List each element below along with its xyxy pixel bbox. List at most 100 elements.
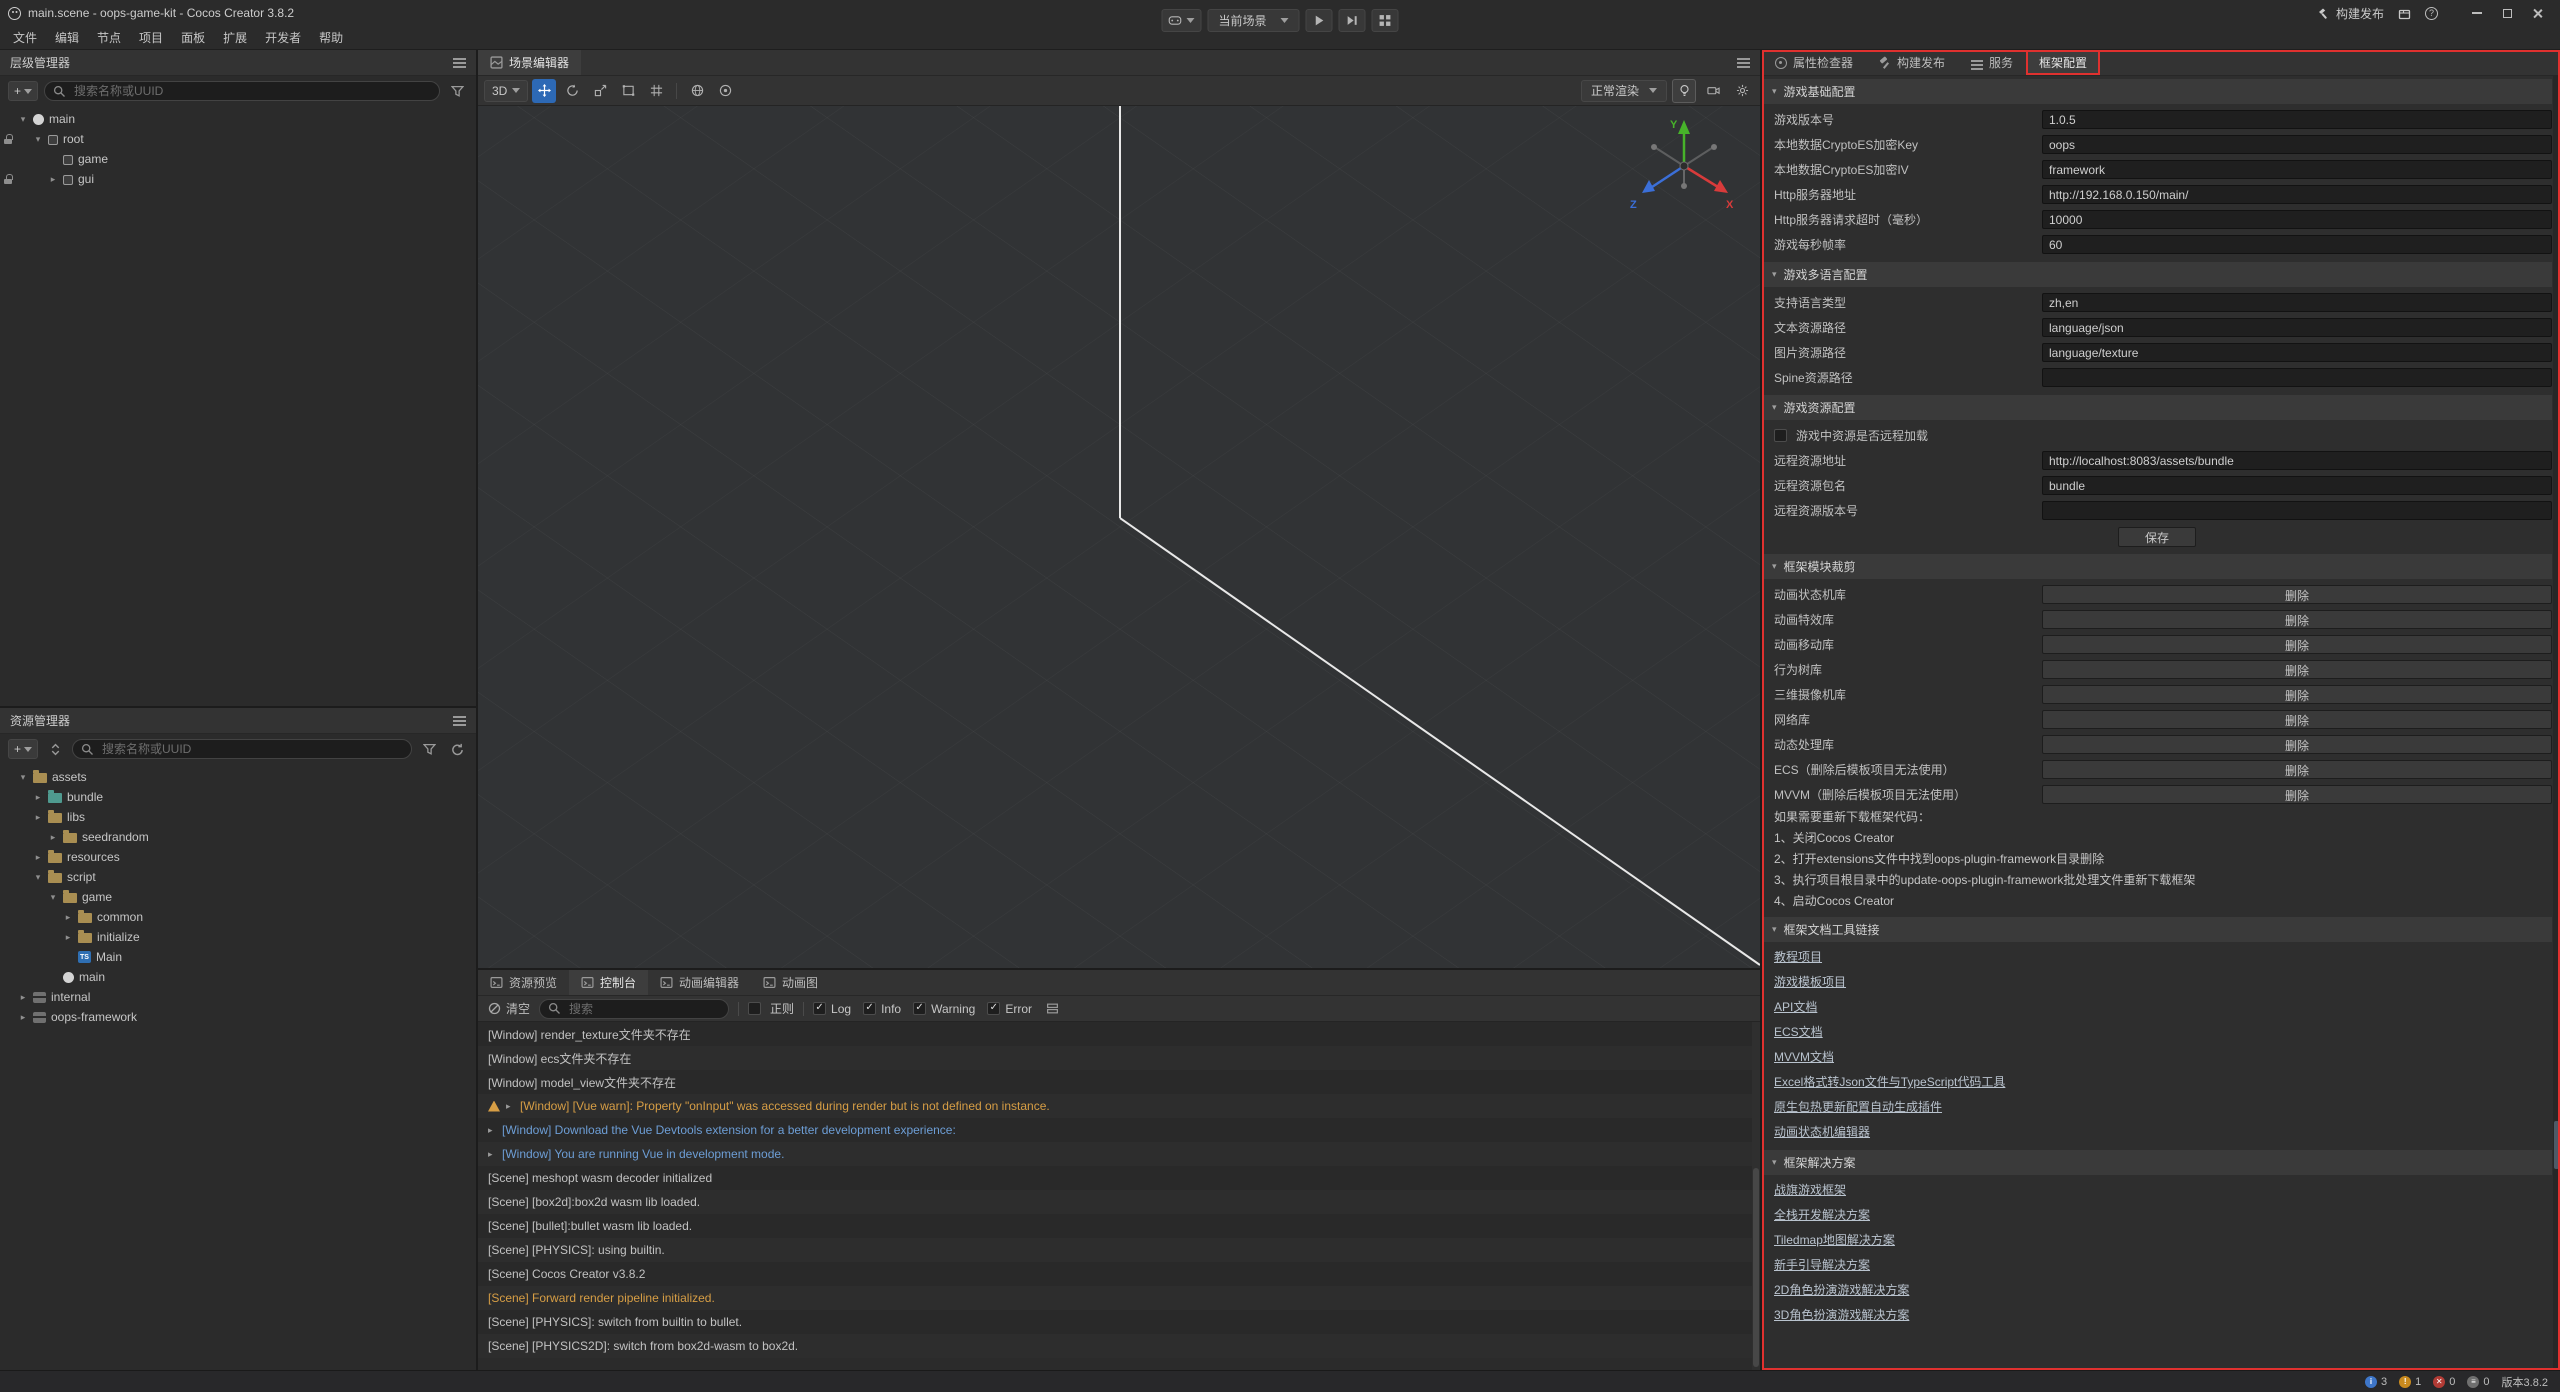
menu-item[interactable]: 面板 xyxy=(172,26,214,50)
delete-module-button[interactable]: 删除 xyxy=(2042,760,2552,779)
menu-item[interactable]: 节点 xyxy=(88,26,130,50)
expand-arrow-icon[interactable] xyxy=(33,872,43,883)
menu-item[interactable]: 文件 xyxy=(4,26,46,50)
section-header[interactable]: 框架文档工具链接 xyxy=(1762,917,2552,942)
section-header[interactable]: 游戏资源配置 xyxy=(1762,395,2552,420)
solution-link[interactable]: 全栈开发解决方案 xyxy=(1762,1203,2552,1228)
asset-row[interactable]: internal xyxy=(0,987,476,1007)
error-count-badge[interactable]: 0 xyxy=(2433,1376,2455,1388)
clear-console-button[interactable]: 清空 xyxy=(488,1000,530,1017)
hierarchy-node-row[interactable]: root xyxy=(0,129,476,149)
expand-arrow-icon[interactable] xyxy=(488,1149,496,1160)
doc-link[interactable]: Excel格式转Json文件与TypeScript代码工具 xyxy=(1762,1070,2552,1095)
task-count-badge[interactable]: 0 xyxy=(2467,1376,2489,1388)
scene-settings-button[interactable] xyxy=(1730,79,1754,103)
inspector-tab[interactable]: 属性检查器 xyxy=(1762,50,1866,75)
hierarchy-filter-button[interactable] xyxy=(446,81,468,101)
console-log-row[interactable]: [Scene] [box2d]:box2d wasm lib loaded. xyxy=(478,1190,1760,1214)
regex-checkbox[interactable] xyxy=(748,1002,761,1015)
hierarchy-node-row[interactable]: main xyxy=(0,109,476,129)
hierarchy-node-row[interactable]: game xyxy=(0,149,476,169)
console-scrollbar[interactable] xyxy=(1752,1022,1760,1370)
help-button[interactable]: ? xyxy=(2425,7,2438,20)
menu-item[interactable]: 帮助 xyxy=(310,26,352,50)
doc-link[interactable]: MVVM文档 xyxy=(1762,1045,2552,1070)
preview-grid-button[interactable] xyxy=(1372,9,1399,32)
field-input[interactable] xyxy=(2042,293,2552,312)
console-log-row[interactable]: [Scene] Cocos Creator v3.8.2 xyxy=(478,1262,1760,1286)
log-filter[interactable]: Warning xyxy=(913,1002,975,1016)
field-input[interactable] xyxy=(2042,368,2552,387)
snap-tool-button[interactable] xyxy=(644,79,668,103)
expand-arrow-icon[interactable] xyxy=(488,1125,496,1136)
field-input[interactable] xyxy=(2042,110,2552,129)
console-log-row[interactable]: [Window] ecs文件夹不存在 xyxy=(478,1046,1760,1070)
scale-tool-button[interactable] xyxy=(588,79,612,103)
section-header[interactable]: 框架模块裁剪 xyxy=(1762,554,2552,579)
delete-module-button[interactable]: 删除 xyxy=(2042,635,2552,654)
assets-search-input[interactable] xyxy=(100,741,403,757)
build-publish-button[interactable]: 构建发布 xyxy=(2317,5,2384,22)
log-filter[interactable]: Error xyxy=(987,1002,1032,1016)
inspector-scrollbar[interactable] xyxy=(2553,76,2560,1370)
info-count-badge[interactable]: 3 xyxy=(2365,1376,2387,1388)
filter-checkbox[interactable] xyxy=(913,1002,926,1015)
section-header[interactable]: 游戏多语言配置 xyxy=(1762,262,2552,287)
field-input[interactable] xyxy=(2042,210,2552,229)
assets-refresh-button[interactable] xyxy=(446,739,468,759)
remote-load-checkbox[interactable] xyxy=(1774,429,1787,442)
expand-arrow-icon[interactable] xyxy=(63,932,73,943)
expand-arrow-icon[interactable] xyxy=(48,892,58,903)
bottom-tab[interactable]: 动画编辑器 xyxy=(648,970,751,995)
collapse-all-button[interactable] xyxy=(44,739,66,759)
inspector-scrollbar-thumb[interactable] xyxy=(2554,1121,2559,1169)
asset-row[interactable]: assets xyxy=(0,767,476,787)
section-header[interactable]: 框架解决方案 xyxy=(1762,1150,2552,1175)
play-button[interactable] xyxy=(1306,9,1333,32)
scene-camera-button[interactable] xyxy=(1701,79,1725,103)
preview-target-button[interactable] xyxy=(1161,9,1201,32)
field-input[interactable] xyxy=(2042,343,2552,362)
console-log-row[interactable]: [Window] [Vue warn]: Property "onInput" … xyxy=(478,1094,1760,1118)
asset-row[interactable]: initialize xyxy=(0,927,476,947)
tab-scene-editor[interactable]: 场景编辑器 xyxy=(478,50,581,75)
expand-arrow-icon[interactable] xyxy=(18,1012,28,1023)
console-log-row[interactable]: [Scene] [PHYSICS]: using builtin. xyxy=(478,1238,1760,1262)
inspector-tab[interactable]: 构建发布 xyxy=(1866,50,1958,75)
field-input[interactable] xyxy=(2042,160,2552,179)
axis-gizmo[interactable]: Y X Z xyxy=(1622,114,1742,218)
delete-module-button[interactable]: 删除 xyxy=(2042,685,2552,704)
doc-link[interactable]: ECS文档 xyxy=(1762,1020,2552,1045)
solution-link[interactable]: 战旗游戏框架 xyxy=(1762,1178,2552,1203)
asset-row[interactable]: main xyxy=(0,967,476,987)
doc-link[interactable]: API文档 xyxy=(1762,995,2552,1020)
solution-link[interactable]: 新手引导解决方案 xyxy=(1762,1253,2552,1278)
asset-row[interactable]: script xyxy=(0,867,476,887)
field-input[interactable] xyxy=(2042,476,2552,495)
minimize-button[interactable] xyxy=(2462,1,2492,25)
field-input[interactable] xyxy=(2042,185,2552,204)
bottom-tab[interactable]: 动画图 xyxy=(751,970,830,995)
collapse-logs-button[interactable] xyxy=(1041,999,1063,1019)
console-log-row[interactable]: [Window] render_texture文件夹不存在 xyxy=(478,1022,1760,1046)
delete-module-button[interactable]: 删除 xyxy=(2042,610,2552,629)
console-log-row[interactable]: [Window] You are running Vue in developm… xyxy=(478,1142,1760,1166)
warning-count-badge[interactable]: 1 xyxy=(2399,1376,2421,1388)
log-filter[interactable]: Info xyxy=(863,1002,901,1016)
lighting-toggle-button[interactable] xyxy=(1672,79,1696,103)
asset-row[interactable]: game xyxy=(0,887,476,907)
expand-arrow-icon[interactable] xyxy=(63,912,73,923)
log-filter[interactable]: Log xyxy=(813,1002,851,1016)
console-log-row[interactable]: [Scene] [bullet]:bullet wasm lib loaded. xyxy=(478,1214,1760,1238)
asset-row[interactable]: libs xyxy=(0,807,476,827)
hierarchy-search-input[interactable] xyxy=(72,83,431,99)
expand-arrow-icon[interactable] xyxy=(18,114,28,125)
expand-arrow-icon[interactable] xyxy=(33,792,43,803)
menu-item[interactable]: 项目 xyxy=(130,26,172,50)
scene-menu-icon[interactable] xyxy=(1737,62,1750,64)
menu-item[interactable]: 开发者 xyxy=(256,26,310,50)
create-asset-button[interactable]: + xyxy=(8,739,38,759)
asset-row[interactable]: oops-framework xyxy=(0,1007,476,1027)
field-input[interactable] xyxy=(2042,235,2552,254)
scene-viewport[interactable]: Y X Z xyxy=(478,106,1760,968)
